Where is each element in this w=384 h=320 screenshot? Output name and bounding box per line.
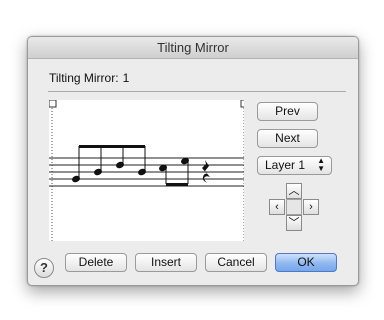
music-preview-canvas[interactable] [48,99,249,241]
prev-button[interactable]: Prev [257,102,318,121]
popup-arrows-icon: ▲ ▼ [317,156,325,173]
separator [48,91,346,92]
insert-button[interactable]: Insert [135,253,197,272]
staff-preview [48,99,249,241]
down-arrow-icon: ﹀ [288,217,300,229]
nudge-left-button[interactable]: ‹ [269,199,285,215]
nudge-right-button[interactable]: › [303,199,319,215]
left-arrow-icon: ‹ [275,201,279,213]
right-handle[interactable] [240,99,249,108]
layer-popup-value: Layer 1 [265,158,306,172]
mirror-label: Tilting Mirror: 1 [49,71,129,85]
ok-button[interactable]: OK [275,253,337,272]
layer-popup[interactable]: Layer 1 ▲ ▼ [257,156,332,175]
nudge-down-button[interactable]: ﹀ [286,215,302,231]
tilting-mirror-dialog: Tilting Mirror Tilting Mirror: 1 Prev Ne… [27,36,359,286]
help-button[interactable]: ? [34,258,54,278]
left-handle[interactable] [48,99,57,108]
beamed-note-group-1 [72,145,146,183]
next-button[interactable]: Next [257,129,318,148]
right-arrow-icon: › [309,201,313,213]
mirror-number: 1 [122,71,130,85]
nudge-up-button[interactable]: ︿ [286,183,302,199]
nudge-center [286,199,302,215]
cancel-button[interactable]: Cancel [205,253,267,272]
delete-button[interactable]: Delete [65,253,127,272]
window-title: Tilting Mirror [28,37,358,59]
up-arrow-icon: ︿ [288,185,300,197]
mirror-label-text: Tilting Mirror: [49,71,119,85]
staff-lines [49,157,244,187]
